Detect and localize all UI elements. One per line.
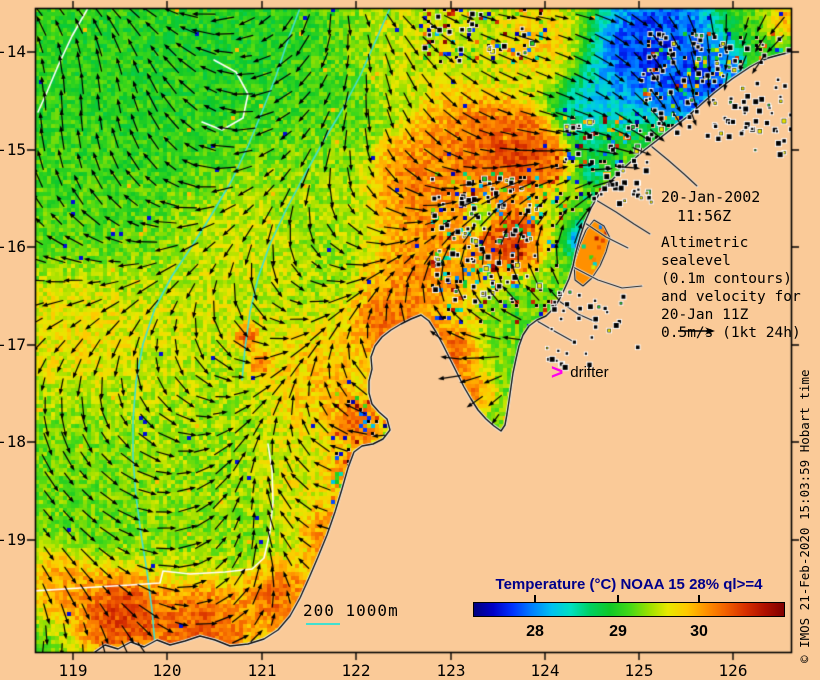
colorbar-tick-label: 30 [690,623,708,640]
colorbar-title: Temperature (°C) NOAA 15 28% ql>=4 [495,576,763,593]
datetime-time: 11:56Z [677,207,732,225]
colorbar-tick [534,595,536,602]
colorbar-gradient [473,602,785,617]
velocity-scale-arrow-icon [678,322,716,341]
colorbar-tick [617,595,619,602]
lat-tick-label: -15 [0,140,26,159]
lon-tick-label: 120 [152,661,182,680]
sst-map-figure: -14 -15 -16 -17 -18 -19 119 120 121 122 123 124 125… [0,0,820,680]
lon-tick-label: 125 [624,661,654,680]
lon-tick-label: 121 [247,661,277,680]
depth-contour-legend-line [306,623,340,625]
lat-tick-label: -18 [0,432,26,451]
altimetric-line: and velocity for [661,289,801,305]
lon-tick-label: 123 [436,661,466,680]
drifter-label: drifter [570,364,609,381]
drifter-annotation: > drifter [551,362,609,384]
altimetric-line: Altimetric sealevel [661,235,749,269]
lon-tick-label: 122 [341,661,371,680]
altimetric-line: (0.1m contours) [661,271,792,287]
lon-tick-label: 119 [58,661,88,680]
datetime-date: 20-Jan-2002 [661,188,761,206]
lat-tick-label: -19 [0,530,26,549]
drifter-marker-icon: > [551,361,564,384]
lon-tick-label: 126 [718,661,748,680]
datetime-annotation: 20-Jan-2002 11:56Z [661,188,760,226]
lat-tick-label: -16 [0,237,26,256]
credit-text: © IMOS 21-Feb-2020 15:03:59 Hobart time [797,369,812,664]
lon-tick-label: 124 [530,661,560,680]
colorbar-tick-label: 29 [609,623,627,640]
depth-contour-legend-label: 200 1000m [303,601,399,620]
lat-tick-label: -17 [0,335,26,354]
colorbar-tick [698,595,700,602]
lat-tick-label: -14 [0,42,26,61]
colorbar-tick-label: 28 [526,623,544,640]
